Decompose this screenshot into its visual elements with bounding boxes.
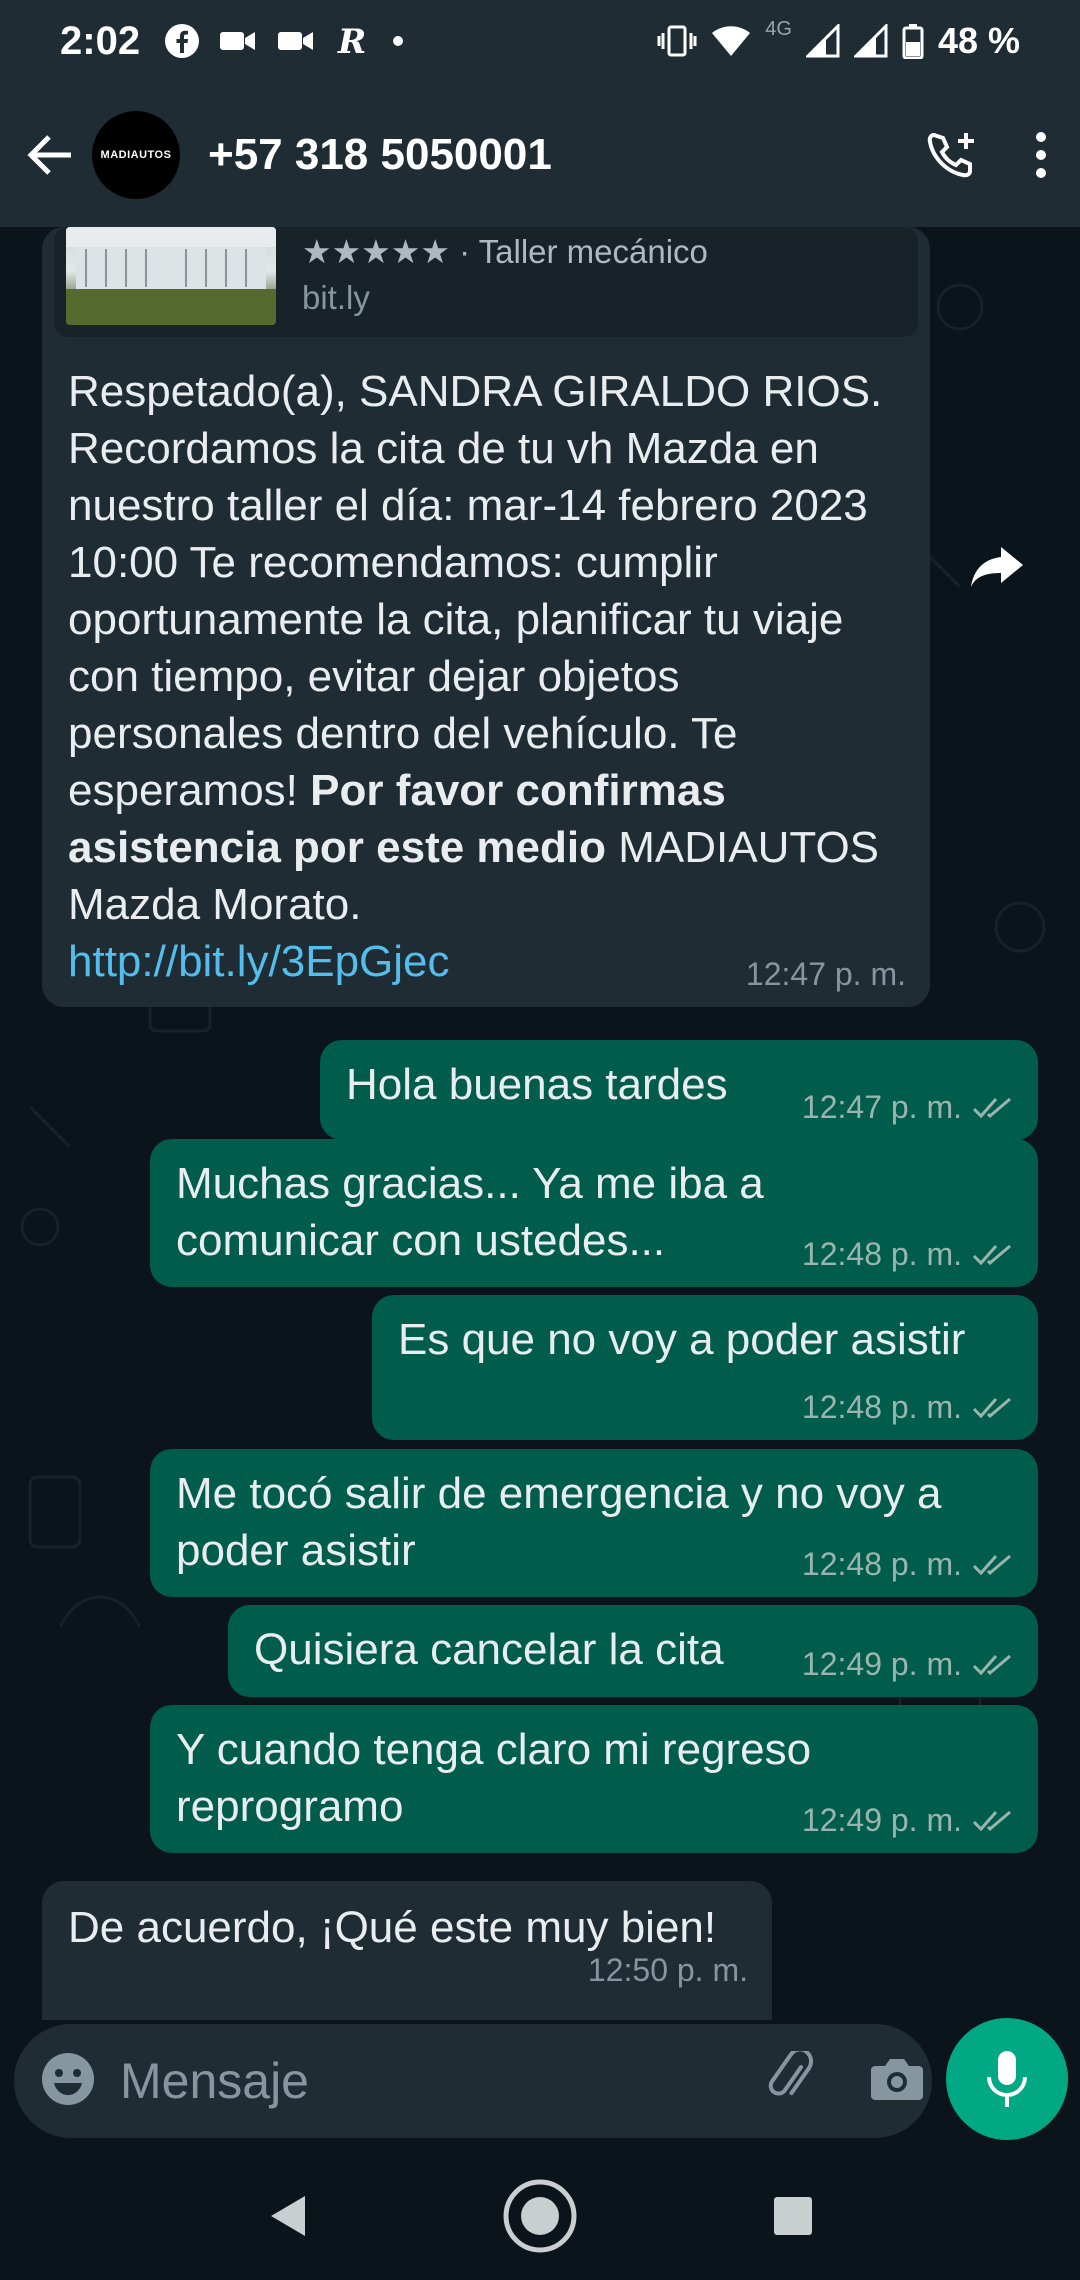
avatar-label: MADIAUTOS xyxy=(100,148,172,161)
forward-button[interactable] xyxy=(962,532,1032,602)
message-time: 12:49 p. m. xyxy=(801,1646,962,1682)
signal-icon xyxy=(853,24,888,58)
microphone-icon xyxy=(987,2051,1027,2107)
message-bubble-incoming[interactable]: De acuerdo, ¡Qué este muy bien! 12:50 p.… xyxy=(42,1881,772,2020)
wifi-icon xyxy=(711,24,751,58)
more-options-button[interactable] xyxy=(1034,131,1048,179)
message-meta: 12:49 p. m. xyxy=(802,1646,1014,1683)
status-bar: 2:02 R 4G 48 % xyxy=(0,0,1080,82)
notification-icons: R xyxy=(164,22,408,60)
vibrate-icon xyxy=(657,23,697,59)
message-time: 12:49 p. m. xyxy=(801,1802,962,1838)
battery-icon xyxy=(902,23,924,59)
emoji-icon xyxy=(42,2052,94,2105)
message-text: Respetado(a), SANDRA GIRALDO RIOS. Recor… xyxy=(42,337,930,990)
system-navigation-bar xyxy=(0,2152,1080,2280)
message-composer xyxy=(0,2018,1080,2152)
double-check-icon xyxy=(972,1809,1014,1833)
contact-name[interactable]: +57 318 5050001 xyxy=(208,130,552,180)
paperclip-icon xyxy=(768,2046,814,2096)
signal-icon xyxy=(805,24,840,58)
message-meta: 12:49 p. m. xyxy=(802,1802,1014,1839)
message-text: Es que no voy a poder asistir xyxy=(398,1315,966,1364)
dot-icon xyxy=(388,31,408,51)
more-vertical-icon xyxy=(1036,131,1046,178)
camera-icon xyxy=(871,2058,923,2100)
link-preview-title: ★★★★★ · Taller mecánico xyxy=(302,233,708,270)
system-icons: 4G 48 % xyxy=(657,17,1020,62)
voice-message-button[interactable] xyxy=(946,2018,1068,2140)
nav-recents-button[interactable] xyxy=(748,2171,838,2261)
message-meta: 12:47 p. m. xyxy=(802,1089,1014,1126)
message-time: 12:48 p. m. xyxy=(801,1389,962,1425)
message-bubble-outgoing[interactable]: Muchas gracias... Ya me iba a comunicar … xyxy=(150,1139,1038,1287)
message-bubble-outgoing[interactable]: Es que no voy a poder asistir 12:48 p. m… xyxy=(372,1295,1038,1440)
message-meta: 12:48 p. m. xyxy=(802,1389,1014,1426)
message-time: 12:47 p. m. xyxy=(745,956,906,992)
nav-back-button[interactable] xyxy=(242,2171,332,2261)
camera-button[interactable] xyxy=(869,2054,925,2109)
message-input-container xyxy=(14,2024,932,2138)
r-app-icon: R xyxy=(334,22,370,60)
double-check-icon xyxy=(972,1553,1014,1577)
arrow-left-icon xyxy=(27,134,71,175)
double-check-icon xyxy=(972,1653,1014,1677)
share-arrow-icon xyxy=(971,547,1023,587)
link-preview[interactable]: ★★★★★ · Taller mecánico bit.ly xyxy=(54,227,918,337)
double-check-icon xyxy=(972,1243,1014,1267)
video-call-icon xyxy=(218,26,258,56)
svg-text:R: R xyxy=(337,22,366,60)
message-link[interactable]: http://bit.ly/3EpGjec xyxy=(68,937,450,986)
triangle-back-icon xyxy=(270,2196,305,2236)
message-bubble-outgoing[interactable]: Y cuando tenga claro mi regreso reprogra… xyxy=(150,1705,1038,1853)
double-check-icon xyxy=(972,1096,1014,1120)
status-time: 2:02 xyxy=(60,18,141,63)
phone-plus-icon xyxy=(927,132,974,177)
attach-button[interactable] xyxy=(763,2046,819,2112)
message-bubble-incoming[interactable]: ★★★★★ · Taller mecánico bit.ly Respetado… xyxy=(42,227,930,1007)
back-button[interactable] xyxy=(20,125,80,185)
square-recents-icon xyxy=(774,2197,813,2235)
message-meta: 12:47 p. m. xyxy=(746,956,906,993)
link-preview-domain: bit.ly xyxy=(302,279,370,316)
message-bubble-outgoing[interactable]: Me tocó salir de emergencia y no voy a p… xyxy=(150,1449,1038,1597)
network-type: 4G xyxy=(765,17,792,40)
message-time: 12:48 p. m. xyxy=(801,1236,962,1272)
nav-home-button[interactable] xyxy=(495,2171,585,2261)
link-preview-thumbnail xyxy=(66,227,276,325)
chat-header: MADIAUTOS +57 318 5050001 xyxy=(0,82,1080,227)
message-meta: 12:48 p. m. xyxy=(802,1236,1014,1273)
message-text: De acuerdo, ¡Qué este muy bien! xyxy=(68,1903,717,1952)
message-time: 12:47 p. m. xyxy=(801,1089,962,1125)
message-meta: 12:50 p. m. xyxy=(588,1952,748,1989)
message-time: 12:50 p. m. xyxy=(587,1952,748,1988)
add-call-button[interactable] xyxy=(926,129,978,181)
message-bubble-outgoing[interactable]: Quisiera cancelar la cita 12:49 p. m. xyxy=(228,1605,1038,1697)
home-circle-icon xyxy=(503,2179,577,2253)
facebook-icon xyxy=(164,23,200,59)
double-check-icon xyxy=(972,1396,1014,1420)
battery-level: 48 % xyxy=(937,20,1020,61)
chat-area[interactable]: ★★★★★ · Taller mecánico bit.ly Respetado… xyxy=(0,227,1080,2020)
message-bubble-outgoing[interactable]: Hola buenas tardes 12:47 p. m. xyxy=(320,1040,1038,1140)
message-time: 12:48 p. m. xyxy=(801,1546,962,1582)
emoji-button[interactable] xyxy=(40,2051,96,2112)
avatar[interactable]: MADIAUTOS xyxy=(92,110,180,199)
message-body: Respetado(a), SANDRA GIRALDO RIOS. Recor… xyxy=(68,367,883,815)
message-meta: 12:48 p. m. xyxy=(802,1546,1014,1583)
video-call-icon xyxy=(276,26,316,56)
message-input[interactable] xyxy=(120,2052,763,2110)
